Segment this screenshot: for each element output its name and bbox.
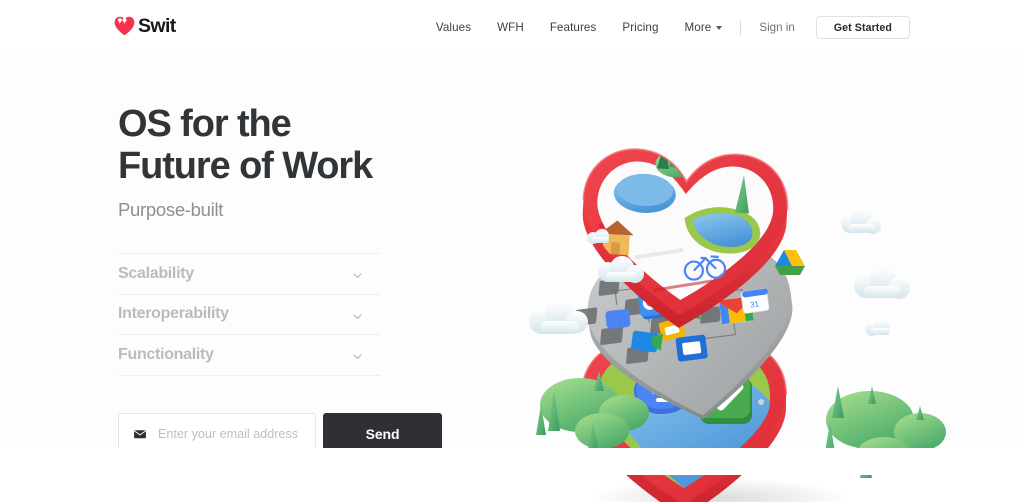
pencil-icon [680,388,706,402]
drive-icon-seated [642,262,677,293]
gmail-icon-floating [672,293,704,320]
get-started-button[interactable]: Get Started [815,16,910,39]
nav-more-dropdown[interactable]: More [685,21,723,34]
main-navigation: Values WFH Features Pricing More Sign in… [436,0,910,55]
landing-page: Swit Values WFH Features Pricing More Si… [0,0,1024,502]
chat-bubble-icon [634,370,690,416]
chevron-down-icon [352,268,363,279]
nav-more-label: More [684,21,712,34]
nav-divider [740,20,742,35]
swit-heart-logo-icon [114,16,135,36]
feature-accordion: Scalability Interoperability Functionali… [118,253,380,376]
nav-links-group: Values WFH Features Pricing More [436,21,723,34]
page-title: OS for the Future of Work [118,103,538,187]
cloud-icon [841,209,881,234]
headline-line-2: Future of Work [118,145,373,187]
meet-icon [631,330,664,353]
chevron-down-icon [352,349,363,360]
outlook-icon [637,288,673,320]
brand-name: Swit [138,15,176,37]
chevron-down-icon [352,309,363,320]
brand-logo[interactable]: Swit [114,16,176,36]
bicycle-icon [683,255,727,281]
layered-heart-3d-illustration: 31 [520,110,1024,502]
envelope-icon [133,427,147,441]
floating-app-icons: 31 [605,235,805,353]
cloud-icon [587,229,609,244]
headline-line-1: OS for the [118,103,292,145]
chat-icon-floating [605,309,631,329]
hero-subtitle: Purpose-built [118,199,224,220]
nav-link-features[interactable]: Features [550,21,597,34]
hero-bottom-fade [0,448,1024,475]
sheets-icon-seated [675,334,708,362]
nav-link-pricing[interactable]: Pricing [622,21,658,34]
drive-icon-small [711,235,732,249]
site-header: Swit Values WFH Features Pricing More Si… [0,0,1024,55]
cloud-icon [598,256,644,283]
docs-icon [690,273,715,304]
drive-icon [775,250,805,275]
cloud-icon [529,300,588,334]
heart-bowl-core [581,340,787,502]
gmail-icon [719,296,754,325]
accordion-label: Interoperability [118,305,229,323]
house-icon [599,220,634,256]
cloud-icon [854,267,910,299]
tree-cluster-left [536,371,649,449]
task-check-icon [698,374,752,424]
svg-text:31: 31 [749,299,760,309]
accordion-item-interoperability[interactable]: Interoperability [118,295,380,335]
nav-link-wfh[interactable]: WFH [497,21,524,34]
cloud-icon [865,319,890,336]
heart-lid-landscape [582,146,789,328]
cloud-group [529,209,910,336]
hero-copy: OS for the Future of Work Purpose-built [118,103,538,221]
calendar-icon: 31 [740,288,770,314]
accordion-label: Scalability [118,264,194,282]
sign-in-link[interactable]: Sign in [759,21,794,34]
heart-tray-apps [574,241,793,420]
sheets-icon [714,262,746,289]
nav-link-values[interactable]: Values [436,21,471,34]
chevron-down-icon [716,25,723,30]
accordion-label: Functionality [118,345,214,363]
accordion-item-functionality[interactable]: Functionality [118,335,380,376]
accordion-item-scalability[interactable]: Scalability [118,254,380,295]
hero-section: OS for the Future of Work Purpose-built … [0,55,1024,502]
slides-icon [658,317,686,342]
